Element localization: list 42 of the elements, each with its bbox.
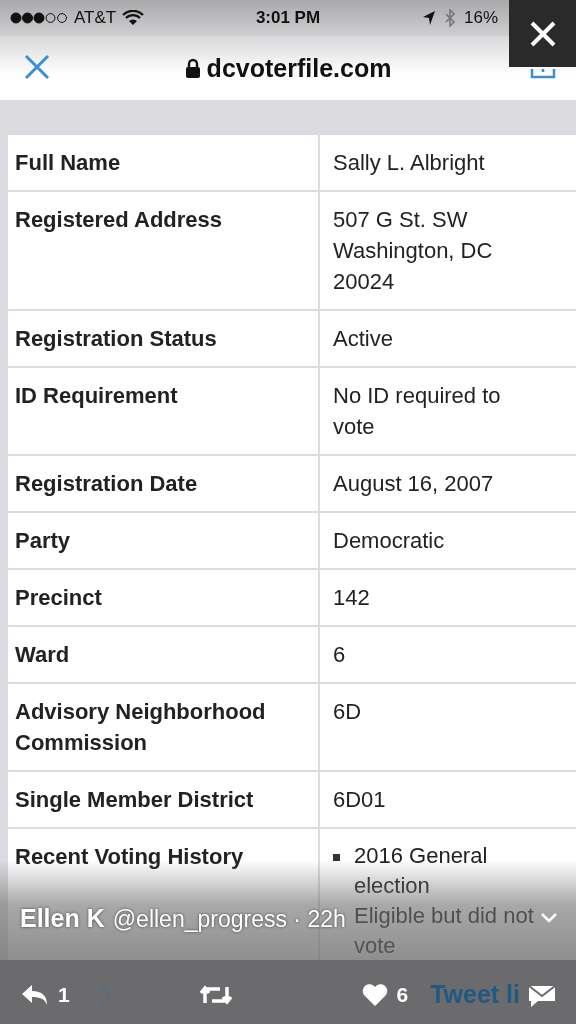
field-label: ID Requirement	[15, 383, 178, 408]
chevron-down-icon[interactable]	[540, 912, 558, 924]
field-label: Party	[15, 528, 71, 553]
tweet-handle: @ellen_progress · 22h	[112, 906, 346, 933]
field-label: Registration Date	[15, 471, 198, 496]
close-button[interactable]	[509, 0, 576, 67]
field-label: Single Member District	[15, 787, 254, 812]
field-value: Active	[320, 311, 576, 366]
carrier-name: AT&T	[74, 8, 117, 28]
list-item-note: Eligible but did not vote	[354, 902, 534, 960]
like-count: 6	[396, 982, 409, 1007]
field-value: Democratic	[320, 513, 576, 568]
field-value: August 16, 2007	[320, 456, 576, 511]
wifi-icon	[122, 10, 145, 26]
field-label: Precinct	[15, 585, 102, 610]
bullet-icon	[333, 854, 340, 861]
field-label: Ward	[15, 642, 70, 667]
tweet-link[interactable]: Tweet li	[430, 980, 520, 1009]
field-value: Sally L. Albright	[320, 135, 576, 190]
clock-time: 3:01 PM	[255, 8, 321, 27]
field-label: Full Name	[15, 150, 121, 175]
field-label: Recent Voting History	[15, 844, 244, 869]
tweet-author[interactable]: Ellen K	[20, 904, 105, 933]
signal-icon	[10, 12, 68, 24]
field-value: 6D	[320, 684, 576, 770]
bluetooth-icon	[443, 9, 456, 27]
location-arrow-icon	[421, 10, 436, 26]
heart-icon[interactable]	[362, 982, 389, 1007]
field-value: 6D01	[320, 772, 576, 827]
field-value: 507 G St. SW Washington, DC 20024	[320, 192, 576, 309]
reply-icon[interactable]	[20, 982, 50, 1007]
field-value: No ID required to vote	[320, 368, 576, 454]
field-label: Registered Address	[15, 207, 223, 232]
lock-icon	[184, 58, 201, 78]
list-item: 2016 General election	[354, 842, 489, 900]
field-label: Registration Status	[15, 326, 217, 351]
battery-percent: 16%	[463, 8, 498, 28]
field-value: 142	[320, 570, 576, 625]
page-url: dcvoterfile.com	[206, 53, 392, 83]
field-value: 6	[320, 627, 576, 682]
reply-count: 1	[58, 982, 70, 1007]
field-label: Advisory Neighborhood Commission	[15, 699, 266, 755]
